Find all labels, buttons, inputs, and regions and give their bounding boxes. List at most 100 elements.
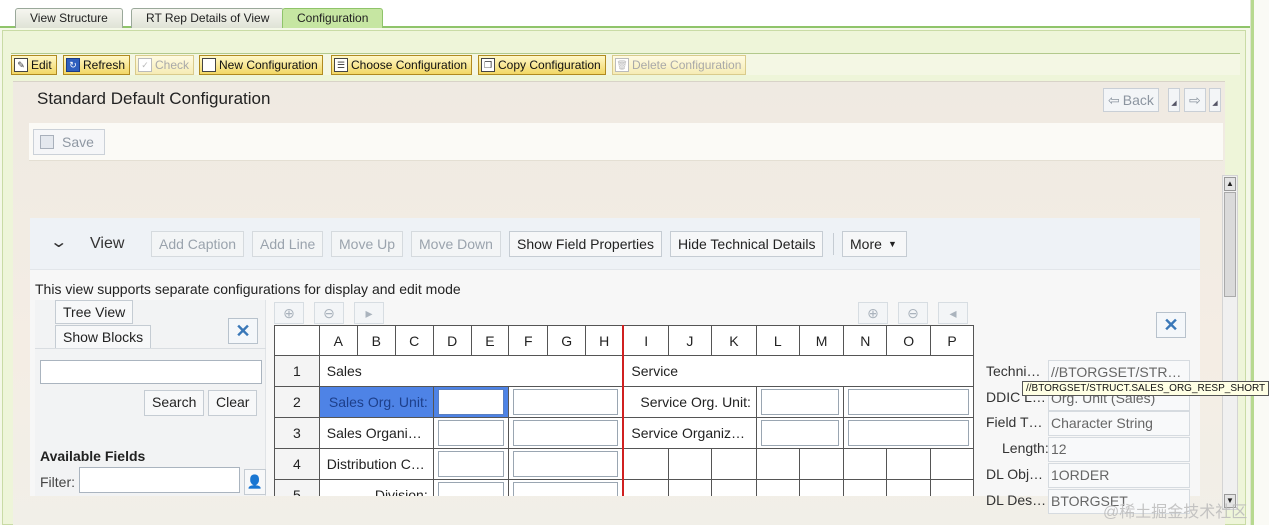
expand-right-icon[interactable]: ▸: [354, 302, 384, 324]
zoom-out-right-icon[interactable]: ⊖: [898, 302, 928, 324]
column-header[interactable]: N: [843, 325, 888, 356]
division-desc-field[interactable]: [508, 479, 624, 496]
empty-cell[interactable]: [886, 479, 932, 496]
close-panel-icon[interactable]: ✕: [228, 318, 258, 344]
add-line-button[interactable]: Add Line: [252, 231, 324, 257]
column-header[interactable]: O: [886, 325, 932, 356]
service-organization-field[interactable]: [755, 417, 845, 449]
empty-cell[interactable]: [622, 448, 669, 480]
refresh-button[interactable]: ↻ Refresh: [63, 55, 131, 75]
division-label[interactable]: Division:: [318, 479, 434, 496]
move-up-button[interactable]: Move Up: [331, 231, 404, 257]
show-blocks-button[interactable]: Show Blocks: [55, 325, 152, 349]
distribution-channel-label[interactable]: Distribution C…: [318, 448, 434, 480]
sales-org-unit-field[interactable]: [432, 386, 510, 418]
copy-configuration-button[interactable]: ❐ Copy Configuration: [478, 55, 606, 75]
column-header[interactable]: L: [755, 325, 800, 356]
empty-cell[interactable]: [710, 479, 757, 496]
delete-configuration-button[interactable]: 🗑 Delete Configuration: [612, 55, 747, 75]
new-configuration-button[interactable]: New Configuration: [199, 55, 323, 75]
empty-cell[interactable]: [798, 479, 845, 496]
column-header[interactable]: A: [318, 325, 358, 356]
vertical-scrollbar[interactable]: ▲ ▼: [1222, 175, 1238, 510]
service-organization-desc-field[interactable]: [843, 417, 974, 449]
grid-row: 2 Sales Org. Unit: Service Org. Unit:: [274, 386, 974, 418]
empty-cell[interactable]: [755, 479, 800, 496]
sales-organization-label[interactable]: Sales Organi…: [318, 417, 434, 449]
tab-configuration[interactable]: Configuration: [282, 8, 384, 28]
choose-configuration-button[interactable]: ☰ Choose Configuration: [331, 55, 473, 75]
back-button[interactable]: ⇦ Back: [1103, 88, 1159, 112]
service-org-unit-label[interactable]: Service Org. Unit:: [622, 386, 757, 418]
empty-cell[interactable]: [798, 448, 845, 480]
empty-cell[interactable]: [930, 448, 974, 480]
field-box: [760, 389, 840, 415]
prop-value[interactable]: Character String: [1048, 411, 1190, 436]
column-header[interactable]: C: [394, 325, 434, 356]
clear-button[interactable]: Clear: [208, 390, 258, 416]
forward-button[interactable]: ⇨: [1184, 88, 1206, 112]
empty-cell[interactable]: [843, 448, 888, 480]
column-header[interactable]: H: [585, 325, 624, 356]
sales-block-title[interactable]: Sales: [318, 355, 624, 387]
column-header[interactable]: M: [798, 325, 845, 356]
hide-technical-details-button[interactable]: Hide Technical Details: [670, 231, 824, 257]
distribution-channel-field[interactable]: [432, 448, 510, 480]
search-button[interactable]: Search: [144, 390, 205, 416]
sales-organization-field[interactable]: [432, 417, 510, 449]
edit-button[interactable]: ✎ Edit: [11, 55, 57, 75]
empty-cell[interactable]: [886, 448, 932, 480]
column-header[interactable]: J: [667, 325, 712, 356]
tab-view-structure[interactable]: View Structure: [15, 8, 123, 28]
service-organization-label[interactable]: Service Organiz…: [622, 417, 757, 449]
sales-org-unit-desc-field[interactable]: [508, 386, 624, 418]
save-button[interactable]: Save: [33, 129, 105, 155]
field-search-input[interactable]: [40, 360, 262, 384]
tab-rt-rep-details[interactable]: RT Rep Details of View: [131, 8, 285, 28]
add-caption-button[interactable]: Add Caption: [151, 231, 245, 257]
division-field[interactable]: [432, 479, 510, 496]
column-header[interactable]: B: [356, 325, 396, 356]
column-header[interactable]: G: [547, 325, 587, 356]
service-org-unit-desc-field[interactable]: [843, 386, 974, 418]
empty-cell[interactable]: [930, 479, 974, 496]
more-menu-button[interactable]: More ▼: [842, 231, 907, 257]
person-search-icon[interactable]: 👤: [244, 469, 266, 495]
empty-cell[interactable]: [710, 448, 757, 480]
column-header[interactable]: F: [508, 325, 549, 356]
column-header[interactable]: I: [622, 325, 669, 356]
sales-organization-desc-field[interactable]: [508, 417, 624, 449]
close-properties-icon[interactable]: ✕: [1156, 312, 1186, 338]
sales-org-unit-label[interactable]: Sales Org. Unit:: [318, 386, 434, 418]
filter-input[interactable]: [79, 467, 240, 493]
expand-left-icon[interactable]: ◂: [938, 302, 968, 324]
empty-cell[interactable]: [667, 479, 712, 496]
distribution-channel-desc-field[interactable]: [508, 448, 624, 480]
move-down-button[interactable]: Move Down: [411, 231, 501, 257]
forward-history-dropdown[interactable]: ◢: [1209, 88, 1221, 112]
prop-value[interactable]: 1ORDER: [1048, 463, 1190, 488]
collapse-chevron-icon[interactable]: ⌄: [49, 232, 68, 252]
show-field-properties-button[interactable]: Show Field Properties: [509, 231, 662, 257]
column-header[interactable]: D: [432, 325, 472, 356]
back-history-dropdown[interactable]: ◢: [1168, 88, 1180, 112]
empty-cell[interactable]: [622, 479, 669, 496]
check-button[interactable]: ✓ Check: [135, 55, 195, 75]
column-header[interactable]: K: [710, 325, 757, 356]
empty-cell[interactable]: [755, 448, 800, 480]
column-header[interactable]: E: [470, 325, 510, 356]
scroll-thumb[interactable]: [1224, 192, 1236, 297]
column-header[interactable]: P: [930, 325, 974, 356]
service-org-unit-field[interactable]: [755, 386, 845, 418]
service-block-title[interactable]: Service: [622, 355, 974, 387]
configuration-toolbar: ✎ Edit ↻ Refresh ✓ Check New Configuration …: [11, 53, 1240, 75]
zoom-in-right-icon[interactable]: ⊕: [858, 302, 888, 324]
scroll-up-icon[interactable]: ▲: [1224, 177, 1236, 191]
empty-cell[interactable]: [667, 448, 712, 480]
tree-view-button[interactable]: Tree View: [55, 300, 134, 324]
prop-value[interactable]: 12: [1048, 437, 1190, 462]
view-editor: ⌄ View Add Caption Add Line Move Up Move…: [30, 218, 1200, 514]
empty-cell[interactable]: [843, 479, 888, 496]
zoom-in-icon[interactable]: ⊕: [274, 302, 304, 324]
zoom-out-icon[interactable]: ⊖: [314, 302, 344, 324]
